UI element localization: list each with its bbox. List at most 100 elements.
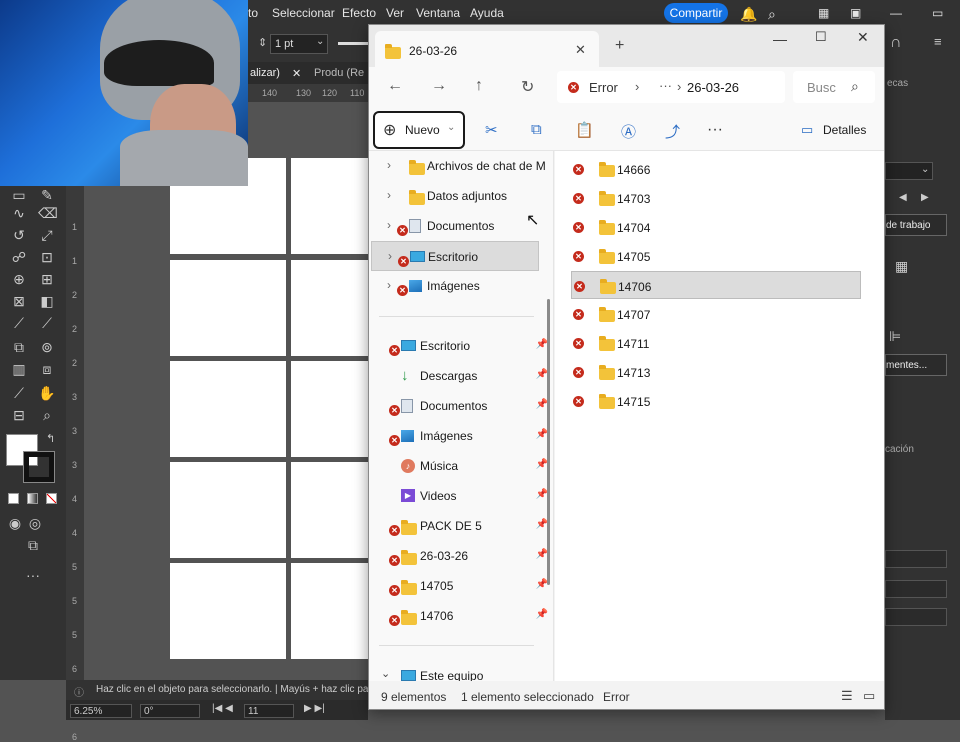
blend-tool-icon[interactable]: ⧉: [10, 338, 28, 356]
free-transform-icon[interactable]: ⊡: [38, 248, 56, 266]
quick-access-item[interactable]: ✕ Escritorio 📌: [369, 331, 553, 361]
hand-tool-icon[interactable]: ✋: [38, 384, 56, 402]
chevron-down-icon[interactable]: ⌄: [921, 164, 929, 175]
print-tiling-icon[interactable]: ⊟: [10, 406, 28, 424]
mesh-tool-icon[interactable]: ⊠: [10, 292, 28, 310]
quick-access-item[interactable]: ✕ Documentos 📌: [369, 391, 553, 421]
menu-item[interactable]: Ayuda: [470, 6, 504, 20]
arrow-right-icon[interactable]: ▶: [921, 192, 929, 203]
rectangle-tool-icon[interactable]: ▭: [10, 186, 28, 204]
file-row[interactable]: ✕ 14715: [555, 387, 884, 415]
tab-label[interactable]: alizar): [250, 67, 280, 79]
file-row[interactable]: ✕ 14713: [555, 358, 884, 386]
nav-scrollbar[interactable]: [547, 299, 550, 585]
artboard[interactable]: [291, 563, 368, 659]
artboard[interactable]: [291, 361, 368, 457]
quick-access-item[interactable]: ✕ Imágenes 📌: [369, 421, 553, 451]
file-row[interactable]: ✕ 14711: [555, 329, 884, 357]
chevron-right-icon[interactable]: ›: [635, 79, 639, 94]
panel-tab[interactable]: ecas: [887, 78, 908, 89]
more-icon[interactable]: ···: [659, 78, 672, 93]
quick-access-item[interactable]: ✕ PACK DE 5 📌: [369, 511, 553, 541]
minimize-icon[interactable]: —: [890, 6, 902, 20]
artboard-tool-icon[interactable]: ⧈: [38, 360, 56, 378]
artboard[interactable]: [170, 462, 286, 558]
quick-access-item[interactable]: ▶ Videos 📌: [369, 481, 553, 511]
arrow-left-icon[interactable]: ◀: [899, 192, 907, 203]
explorer-tab[interactable]: 26-03-26 ✕: [375, 31, 599, 67]
maximize-icon[interactable]: ☐: [815, 29, 827, 45]
share-icon[interactable]: ⤴: [665, 121, 680, 142]
pin-icon[interactable]: 📌: [536, 609, 548, 620]
nav-tree-item[interactable]: › ✕ Imágenes: [369, 271, 553, 301]
paste-icon[interactable]: 📋: [575, 121, 594, 139]
menu-item[interactable]: Ver: [386, 6, 404, 20]
artboard[interactable]: [291, 158, 368, 254]
menu-item[interactable]: Efecto: [342, 6, 376, 20]
menu-item[interactable]: to: [248, 6, 258, 20]
nav-tree-item[interactable]: › Datos adjuntos: [369, 181, 553, 211]
search-icon[interactable]: ⌕: [768, 6, 776, 23]
chevron-right-icon[interactable]: ›: [387, 218, 391, 232]
details-pane-icon[interactable]: ▭: [801, 122, 813, 138]
stroke-swatch[interactable]: [23, 451, 55, 483]
this-pc-item[interactable]: ⌄ Este equipo: [369, 661, 553, 681]
none-mode-icon[interactable]: [46, 493, 57, 504]
stroke-style-icon[interactable]: [338, 42, 368, 45]
artboard-number-field[interactable]: 11: [244, 704, 294, 718]
refresh-icon[interactable]: ↻: [521, 77, 534, 97]
measure-icon[interactable]: ⟋: [38, 314, 56, 332]
shaper-tool-icon[interactable]: ∿: [10, 204, 28, 222]
chevron-right-icon[interactable]: ›: [387, 278, 391, 292]
menu-item[interactable]: Seleccionar: [272, 6, 335, 20]
puppet-warp-icon[interactable]: ∩: [890, 34, 902, 52]
artboard[interactable]: [170, 260, 286, 356]
live-paint-icon[interactable]: ⊞: [38, 270, 56, 288]
gradient-mode-icon[interactable]: [27, 493, 38, 504]
file-row[interactable]: ✕ 14705: [555, 242, 884, 270]
transparency-grid-icon[interactable]: ▦: [895, 258, 908, 275]
slice-tool-icon[interactable]: ⟋: [10, 384, 28, 402]
chevron-right-icon[interactable]: ›: [387, 158, 391, 172]
window-icon[interactable]: ▭: [932, 6, 943, 20]
warp-tool-icon[interactable]: ☍: [10, 248, 28, 266]
artboard[interactable]: [170, 361, 286, 457]
rename-icon[interactable]: Ⓐ: [621, 121, 636, 142]
zoom-field[interactable]: 6.25%: [70, 704, 132, 718]
address-bar[interactable]: ✕ Error › ··· › 26-03-26: [557, 71, 785, 103]
brush-tool-icon[interactable]: ✎: [38, 186, 56, 204]
tiles-view-icon[interactable]: ▭: [863, 688, 875, 704]
nav-tree-item[interactable]: › Archivos de chat de M: [369, 151, 553, 181]
artboard-options-button[interactable]: de trabajo: [885, 214, 947, 236]
workspace-icon[interactable]: ▦: [818, 6, 829, 20]
address-current[interactable]: 26-03-26: [687, 80, 739, 95]
quick-access-item[interactable]: ↓ Descargas 📌: [369, 361, 553, 391]
new-tab-icon[interactable]: +: [615, 37, 624, 55]
menu-icon[interactable]: ≡: [934, 34, 942, 49]
quick-access-item[interactable]: ♪ Música 📌: [369, 451, 553, 481]
eyedropper-icon[interactable]: ⟋: [10, 314, 28, 332]
address-error-label[interactable]: Error: [589, 80, 618, 95]
file-row[interactable]: ✕ 14666: [555, 155, 884, 183]
chevron-right-icon[interactable]: ›: [387, 188, 391, 202]
quick-access-item[interactable]: ✕ 14705 📌: [369, 571, 553, 601]
artboard[interactable]: [170, 563, 286, 659]
more-options-icon[interactable]: ···: [707, 121, 723, 139]
cut-icon[interactable]: ✂: [485, 121, 498, 139]
scale-tool-icon[interactable]: ⤢: [38, 226, 56, 244]
zoom-tool-icon[interactable]: ⌕: [38, 406, 56, 424]
search-icon[interactable]: ⌕: [851, 78, 859, 95]
stepper-icon[interactable]: ⇕: [258, 36, 267, 49]
panel-field[interactable]: [885, 550, 947, 568]
file-row[interactable]: ✕ 14704: [555, 213, 884, 241]
up-icon[interactable]: ↑: [475, 77, 483, 95]
panel-field[interactable]: [885, 608, 947, 626]
chevron-down-icon[interactable]: ⌄: [381, 667, 390, 680]
share-button[interactable]: Compartir: [664, 3, 728, 23]
arrange-icon[interactable]: ▣: [850, 6, 861, 20]
file-row-selected[interactable]: ✕ 14706: [571, 271, 861, 299]
document-setup-button[interactable]: mentes...: [885, 354, 947, 376]
swap-icon[interactable]: ↰: [46, 432, 55, 445]
details-view-icon[interactable]: ☰: [841, 688, 853, 704]
nav-tree-item-selected[interactable]: › ✕ Escritorio: [371, 241, 539, 271]
